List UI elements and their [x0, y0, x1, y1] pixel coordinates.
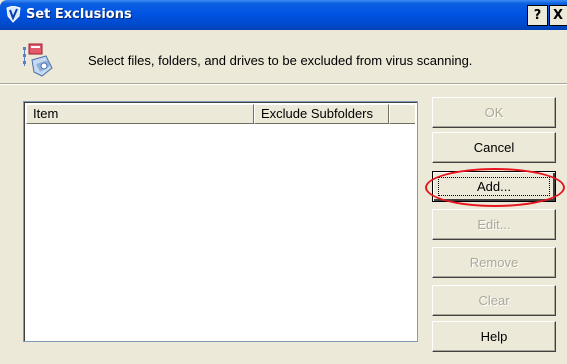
instructions-text: Select files, folders, and drives to be … — [88, 53, 473, 68]
files-settings-icon — [23, 43, 53, 77]
add-button[interactable]: Add... — [432, 171, 556, 202]
app-shield-icon — [6, 6, 21, 23]
close-button[interactable]: X — [549, 5, 567, 26]
help-title-button[interactable]: ? — [527, 5, 548, 26]
clear-button[interactable]: Clear — [432, 285, 556, 316]
window-title: Set Exclusions — [26, 7, 132, 22]
column-header-item[interactable]: Item — [26, 104, 254, 124]
separator-highlight — [0, 84, 567, 85]
column-header-exclude-subfolders[interactable]: Exclude Subfolders — [254, 104, 389, 124]
column-header-filler — [389, 104, 415, 124]
ok-button[interactable]: OK — [432, 97, 556, 128]
cancel-button[interactable]: Cancel — [432, 132, 556, 163]
help-button[interactable]: Help — [432, 321, 556, 352]
remove-button[interactable]: Remove — [432, 247, 556, 278]
edit-button[interactable]: Edit... — [432, 209, 556, 240]
title-bar: Set Exclusions ? X — [0, 0, 567, 30]
list-header: Item Exclude Subfolders — [26, 104, 415, 124]
exclusions-list[interactable]: Item Exclude Subfolders — [23, 101, 418, 342]
